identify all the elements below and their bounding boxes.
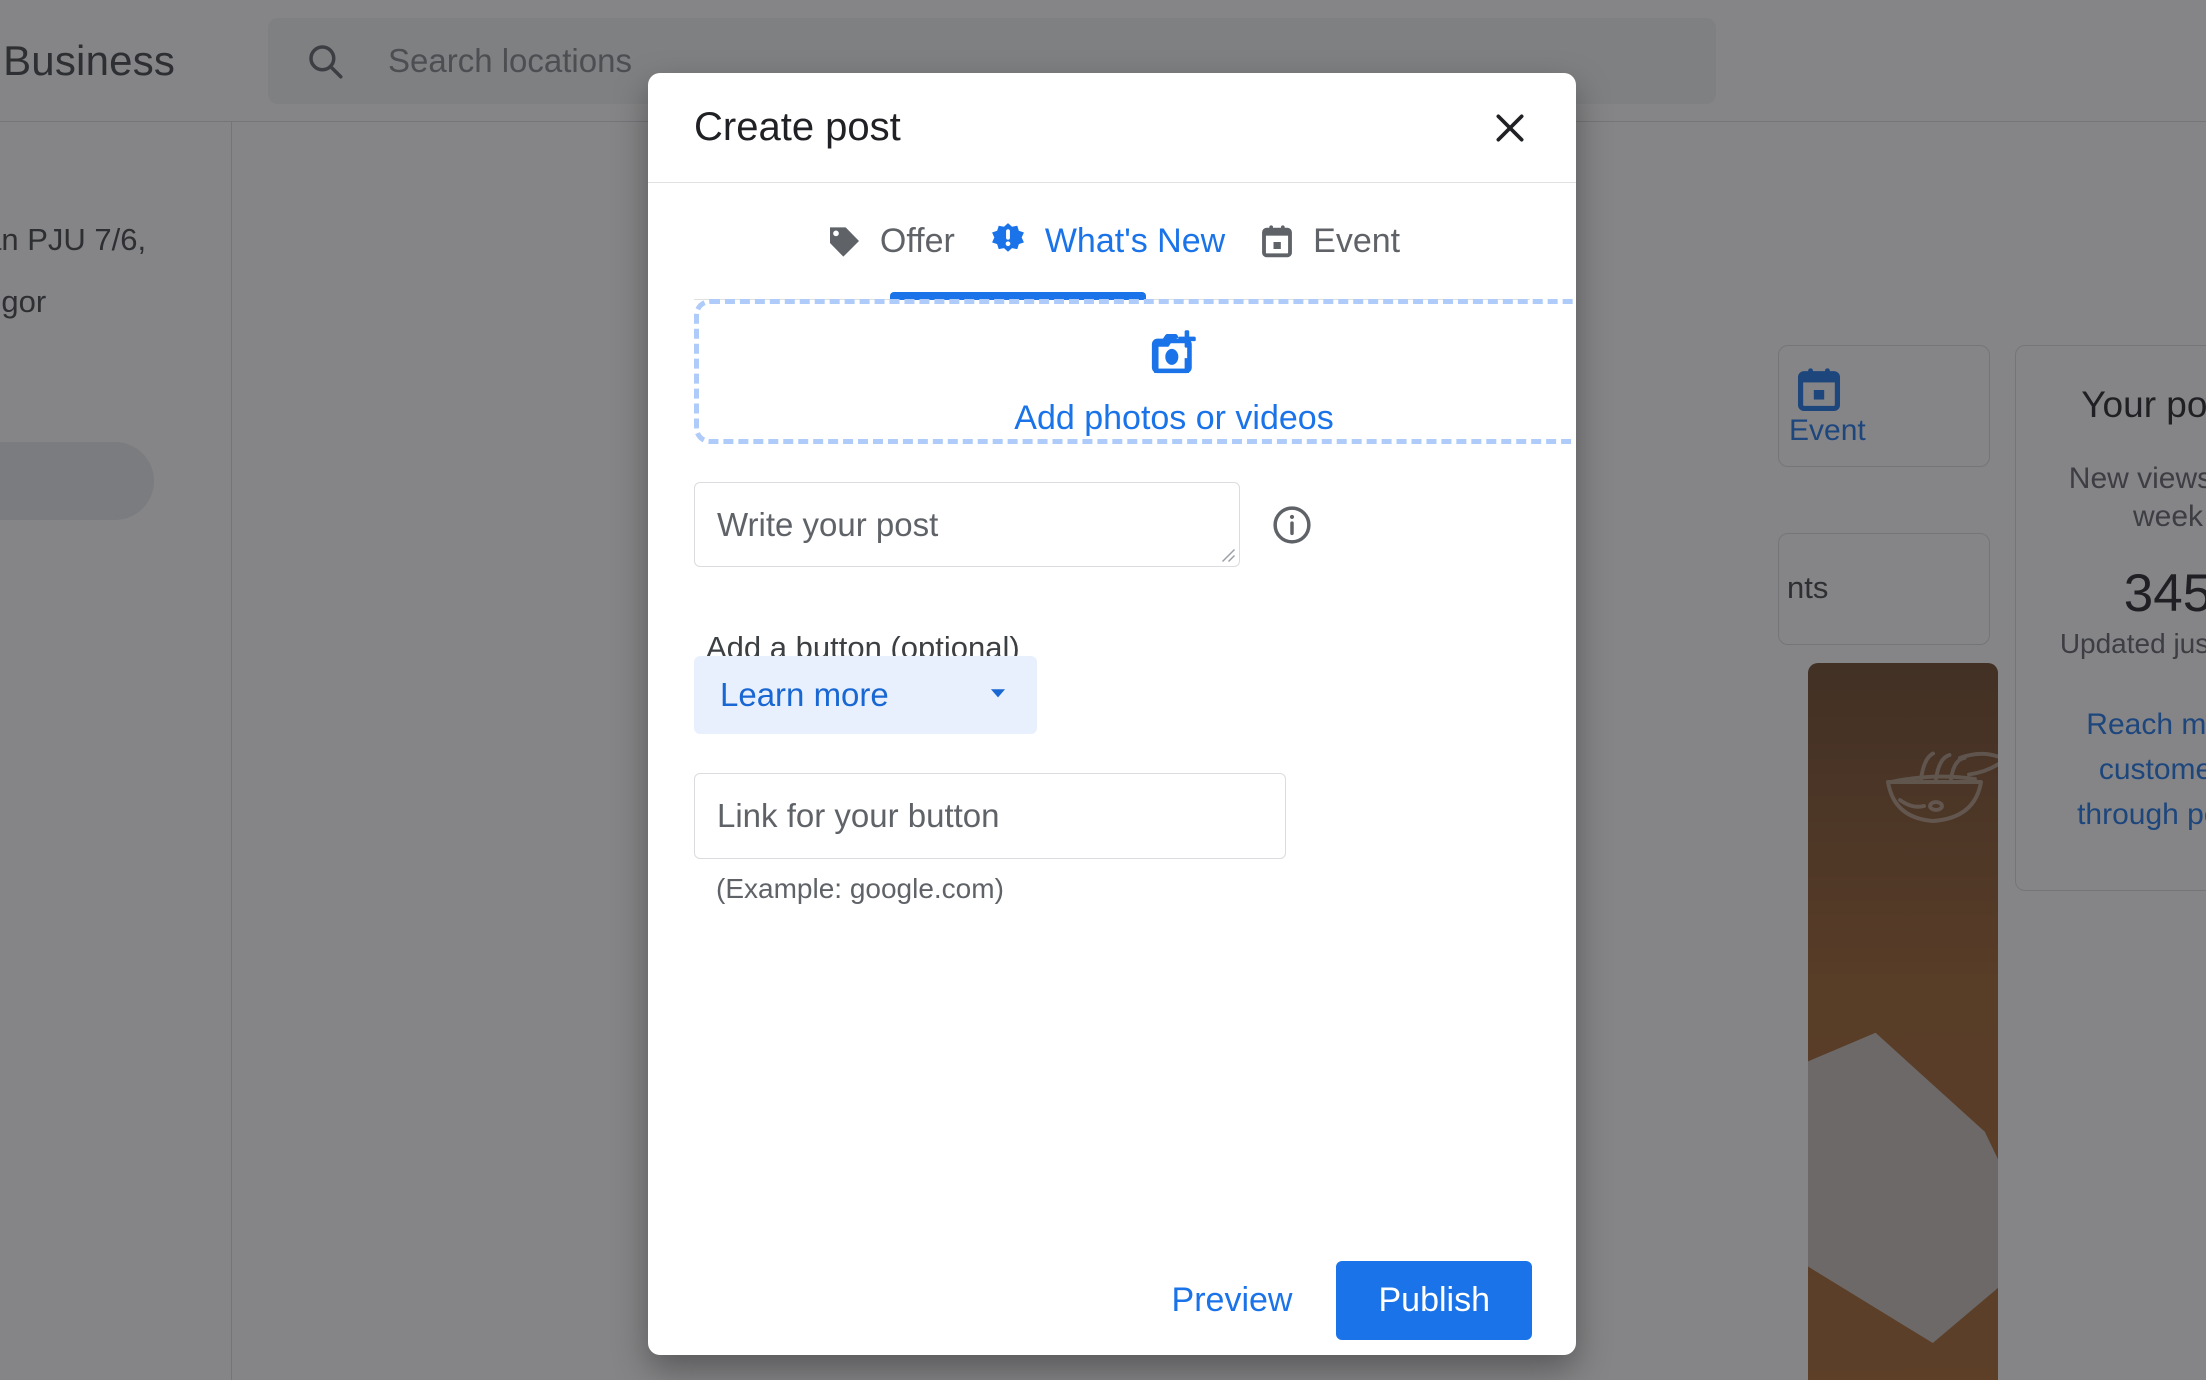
post-text-placeholder: Write your post [717,505,939,543]
screen: y Business Search locations alan PJU 7/6… [0,0,2206,1380]
tab-whats-new[interactable]: What's New [971,221,1241,263]
button-link-placeholder: Link for your button [717,797,1000,834]
button-type-value: Learn more [720,676,889,713]
chevron-down-icon [985,680,1011,711]
post-text-row: Write your post [694,482,1314,567]
tab-whats-new-label: What's New [1044,222,1226,260]
tag-icon [824,222,864,262]
dialog-footer: Preview Publish [648,1245,1576,1355]
calendar-event-icon [1257,222,1297,262]
dialog-title: Create post [694,105,901,149]
tab-offer[interactable]: Offer [808,222,971,262]
button-type-select[interactable]: Learn more [694,656,1037,734]
preview-button[interactable]: Preview [1162,1267,1303,1334]
button-link-field[interactable]: Link for your button [694,773,1286,859]
button-link-hint: (Example: google.com) [716,873,1004,904]
publish-button[interactable]: Publish [1336,1260,1532,1340]
create-post-dialog: Create post Offer What's New Event Add p… [648,73,1576,1355]
textarea-resize-handle[interactable] [1218,545,1236,563]
close-icon[interactable] [1482,100,1538,156]
add-photos-dropzone[interactable]: Add photos or videos [694,299,1576,444]
post-text-field[interactable]: Write your post [694,482,1240,567]
add-photo-icon [1145,324,1203,387]
tab-offer-label: Offer [879,222,955,260]
whats-new-badge-icon [987,221,1029,263]
info-icon[interactable] [1270,503,1314,547]
post-type-tabs: Offer What's New Event [648,183,1576,300]
tab-event-label: Event [1313,222,1401,260]
dialog-header: Create post [648,73,1576,183]
add-photos-label: Add photos or videos [1014,399,1334,437]
tab-event[interactable]: Event [1241,222,1416,262]
